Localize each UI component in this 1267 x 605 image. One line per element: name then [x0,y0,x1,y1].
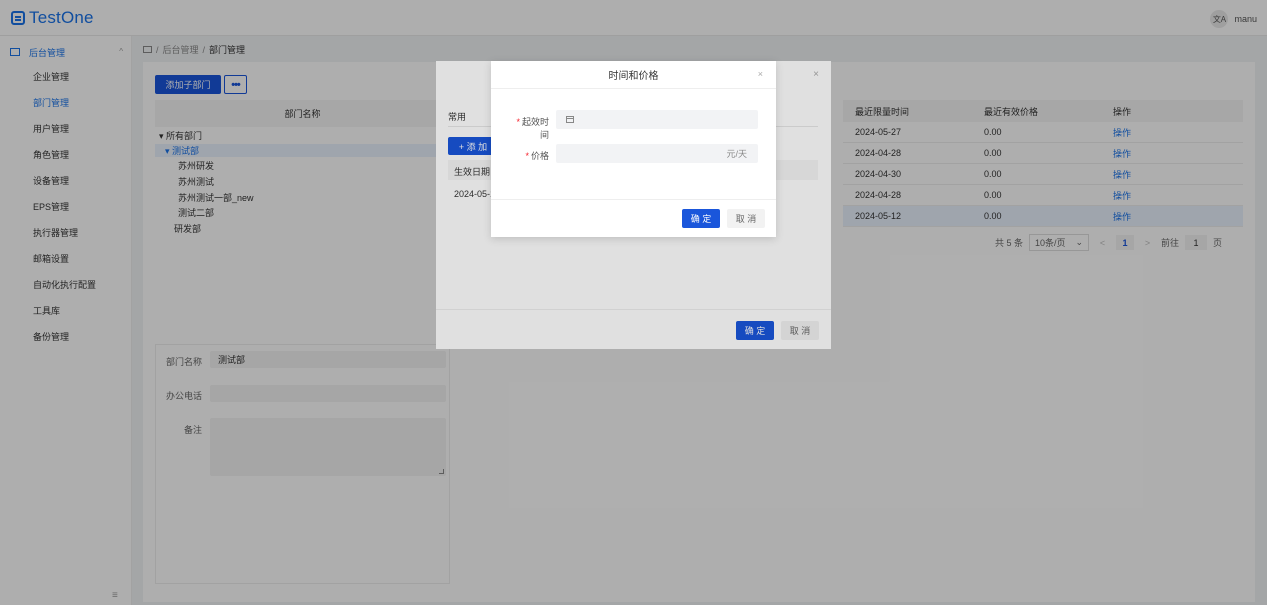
calendar-icon [566,116,574,123]
start-time-text: 起效时间 [521,117,549,140]
dialog-footer: 确 定 取 消 [491,199,776,237]
dialog-title: 时间和价格 [491,61,776,89]
price-input[interactable]: 元/天 [556,144,758,163]
time-price-dialog: 时间和价格 × * 起效时间 * 价格 元/天 确 定 取 消 [491,61,776,237]
confirm-button[interactable]: 确 定 [682,209,720,228]
close-icon[interactable]: × [758,69,763,79]
start-time-label: * 起效时间 [509,115,549,141]
cancel-button[interactable]: 取 消 [727,209,765,228]
price-text: 价格 [530,151,549,161]
required-mark: * [516,117,520,127]
price-label: * 价格 [509,149,549,162]
start-time-picker[interactable] [556,110,758,129]
price-suffix: 元/天 [726,149,747,159]
required-mark: * [525,151,529,161]
